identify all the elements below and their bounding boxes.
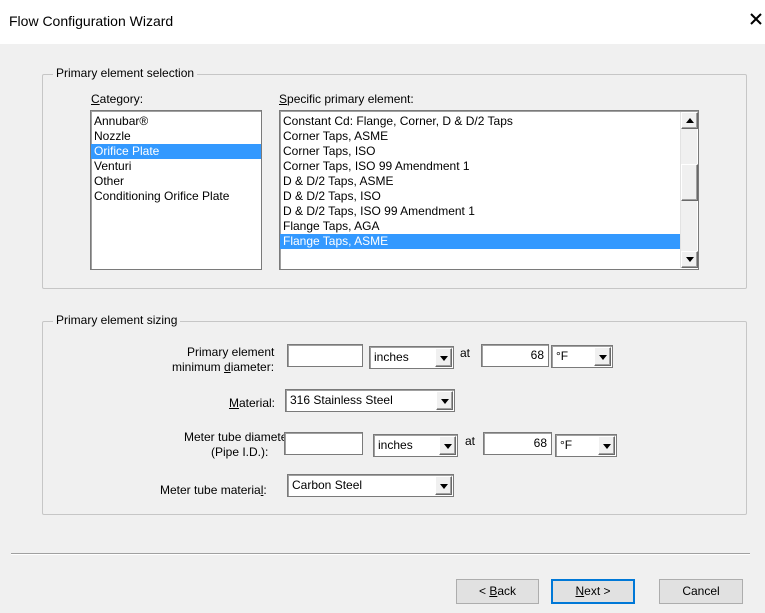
- meter-tube-temp-unit-dropdown-button[interactable]: [598, 436, 615, 455]
- selection-group-legend: Primary element selection: [53, 66, 198, 80]
- chevron-down-icon: [603, 444, 611, 449]
- chevron-down-icon: [599, 355, 607, 360]
- specific-element-label: Specific primary element:: [279, 92, 414, 106]
- min-diameter-label-2: minimum diameter:: [172, 360, 275, 374]
- material-value: 316 Stainless Steel: [290, 393, 393, 407]
- category-item[interactable]: Conditioning Orifice Plate: [91, 189, 261, 204]
- min-diameter-unit-value: inches: [374, 350, 409, 364]
- chevron-up-icon: [686, 118, 694, 123]
- chevron-down-icon: [686, 257, 694, 262]
- specific-element-item[interactable]: D & D/2 Taps, ASME: [280, 174, 680, 189]
- min-diameter-input[interactable]: [287, 344, 363, 367]
- min-diameter-label-1: Primary element: [187, 345, 275, 359]
- at-label-1: at: [460, 346, 471, 360]
- specific-element-item[interactable]: D & D/2 Taps, ISO 99 Amendment 1: [280, 204, 680, 219]
- meter-tube-material-select[interactable]: Carbon Steel: [287, 474, 454, 497]
- cancel-button[interactable]: Cancel: [659, 579, 743, 604]
- min-diameter-temp-unit-value: °F: [556, 349, 569, 363]
- specific-element-item[interactable]: Corner Taps, ASME: [280, 129, 680, 144]
- footer-separator: [11, 553, 750, 555]
- back-button[interactable]: < Back: [456, 579, 539, 604]
- scroll-down-button[interactable]: [681, 251, 698, 268]
- min-diameter-temp-unit-select[interactable]: °F: [551, 345, 613, 368]
- next-button-label: Next >: [575, 584, 611, 598]
- chevron-down-icon: [441, 399, 449, 404]
- specific-element-items: Constant Cd: Flange, Corner, D & D/2 Tap…: [280, 114, 680, 249]
- window-title: Flow Configuration Wizard: [9, 13, 174, 29]
- category-listbox[interactable]: Annubar® Nozzle Orifice Plate Venturi Other C…: [90, 110, 262, 270]
- scroll-up-button[interactable]: [681, 112, 698, 129]
- meter-tube-unit-dropdown-button[interactable]: [439, 436, 456, 455]
- chevron-down-icon: [444, 444, 452, 449]
- specific-element-item[interactable]: D & D/2 Taps, ISO: [280, 189, 680, 204]
- chevron-down-icon: [440, 484, 448, 489]
- next-button[interactable]: Next >: [551, 579, 635, 604]
- category-item[interactable]: Other: [91, 174, 261, 189]
- specific-element-item[interactable]: Constant Cd: Flange, Corner, D & D/2 Tap…: [280, 114, 680, 129]
- min-diameter-temp-input[interactable]: 68: [481, 344, 549, 367]
- meter-tube-temp-input[interactable]: 68: [483, 432, 552, 455]
- min-diameter-unit-select[interactable]: inches: [369, 346, 454, 369]
- meter-tube-material-dropdown-button[interactable]: [435, 476, 452, 495]
- at-label-2: at: [465, 434, 476, 448]
- category-item[interactable]: Venturi: [91, 159, 261, 174]
- meter-tube-temp-unit-select[interactable]: °F: [555, 434, 617, 457]
- min-diameter-temp-unit-dropdown-button[interactable]: [594, 347, 611, 366]
- meter-tube-temp-unit-value: °F: [560, 438, 573, 452]
- category-item[interactable]: Orifice Plate: [91, 144, 261, 159]
- specific-element-item[interactable]: Flange Taps, ASME: [280, 234, 680, 249]
- close-icon[interactable]: [747, 10, 765, 30]
- min-diameter-unit-dropdown-button[interactable]: [435, 348, 452, 367]
- meter-tube-material-value: Carbon Steel: [292, 478, 363, 492]
- material-label: Material:: [229, 396, 276, 410]
- sizing-group-legend: Primary element sizing: [53, 313, 181, 327]
- meter-tube-material-label: Meter tube material:: [160, 483, 267, 497]
- meter-tube-label-2: (Pipe I.D.):: [211, 445, 269, 459]
- material-select[interactable]: 316 Stainless Steel: [285, 389, 455, 412]
- specific-element-item[interactable]: Corner Taps, ISO 99 Amendment 1: [280, 159, 680, 174]
- category-item[interactable]: Nozzle: [91, 129, 261, 144]
- meter-tube-diameter-input[interactable]: [284, 432, 363, 455]
- meter-tube-label-1: Meter tube diameter: [184, 430, 292, 444]
- specific-element-item[interactable]: Corner Taps, ISO: [280, 144, 680, 159]
- meter-tube-unit-value: inches: [378, 438, 413, 452]
- specific-element-listbox[interactable]: Constant Cd: Flange, Corner, D & D/2 Tap…: [279, 110, 699, 270]
- specific-element-item[interactable]: Flange Taps, AGA: [280, 219, 680, 234]
- meter-tube-unit-select[interactable]: inches: [373, 434, 458, 457]
- material-dropdown-button[interactable]: [436, 391, 453, 410]
- category-item[interactable]: Annubar®: [91, 114, 261, 129]
- back-button-label: < Back: [478, 584, 517, 598]
- category-label: Category:: [91, 92, 144, 106]
- specific-element-scrollbar[interactable]: [680, 112, 698, 268]
- scroll-thumb[interactable]: [681, 164, 698, 201]
- chevron-down-icon: [440, 356, 448, 361]
- title-bar: Flow Configuration Wizard: [0, 0, 765, 44]
